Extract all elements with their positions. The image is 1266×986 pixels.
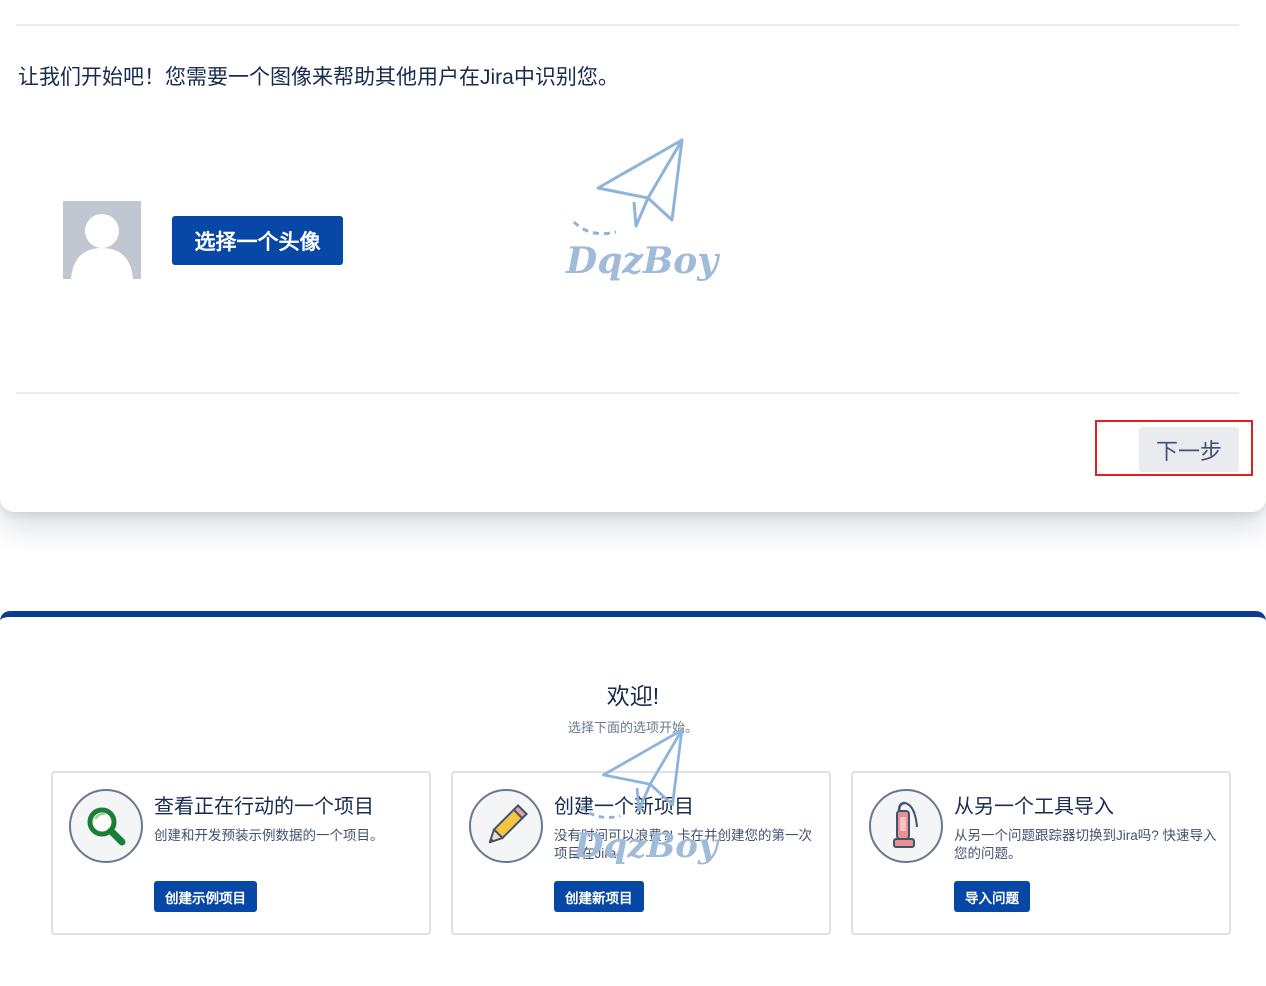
- create-new-project-button[interactable]: 创建新项目: [554, 881, 644, 912]
- welcome-title: 欢迎!: [606, 683, 660, 709]
- option-title: 从另一个工具导入: [954, 796, 1114, 818]
- welcome-subtitle: 选择下面的选项开始。: [567, 720, 698, 735]
- magnifier-icon: [69, 789, 143, 863]
- option-title: 创建一个新项目: [554, 796, 694, 818]
- option-description: 从另一个问题跟踪器切换到Jira吗? 快速导入您的问题。: [954, 828, 1217, 861]
- highlight-box: 下一步: [1095, 420, 1253, 476]
- default-avatar: [63, 201, 141, 279]
- import-issues-button[interactable]: 导入问题: [954, 881, 1030, 912]
- option-card-import[interactable]: 从另一个工具导入 从另一个问题跟踪器切换到Jira吗? 快速导入您的问题。 导入…: [851, 771, 1231, 935]
- choose-avatar-button[interactable]: 选择一个头像: [172, 216, 343, 265]
- avatar-setup-card: 让我们开始吧！您需要一个图像来帮助其他用户在Jira中识别您。 选择一个头像 下…: [0, 0, 1266, 512]
- intro-text: 让我们开始吧！您需要一个图像来帮助其他用户在Jira中识别您。: [18, 66, 619, 89]
- option-description: 没有时间可以浪费?! 卡在并创建您的第一次项目在Jira。: [554, 828, 813, 861]
- next-button[interactable]: 下一步: [1139, 427, 1239, 472]
- divider: [16, 24, 1239, 26]
- option-description: 创建和开发预装示例数据的一个项目。: [154, 828, 384, 843]
- option-title: 查看正在行动的一个项目: [154, 796, 374, 818]
- create-sample-project-button[interactable]: 创建示例项目: [154, 881, 257, 912]
- pencil-icon: [469, 789, 543, 863]
- vacuum-icon: [869, 789, 943, 863]
- divider: [16, 392, 1239, 394]
- option-card-new-project[interactable]: 创建一个新项目 没有时间可以浪费?! 卡在并创建您的第一次项目在Jira。 创建…: [451, 771, 831, 935]
- option-card-sample-project[interactable]: 查看正在行动的一个项目 创建和开发预装示例数据的一个项目。 创建示例项目: [51, 771, 431, 935]
